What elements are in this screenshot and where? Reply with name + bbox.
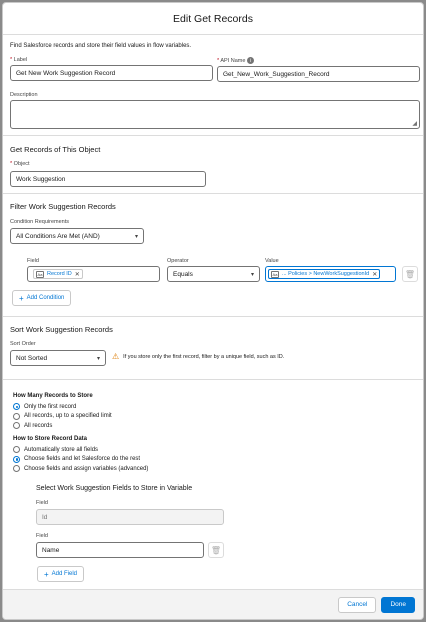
filter-value-input[interactable]: Aa ... Policies > NewWorkSuggestionId ✕: [265, 266, 396, 282]
radio-choose-fields-advanced[interactable]: Choose fields and assign variables (adva…: [13, 464, 148, 474]
text-field-icon: Aa: [36, 270, 44, 278]
radio-choose-fields-salesforce[interactable]: Choose fields and let Salesforce do the …: [13, 455, 148, 465]
radio-icon: [13, 446, 20, 454]
radio-label: Choose fields and assign variables (adva…: [24, 465, 149, 472]
radio-all-records[interactable]: All records: [13, 421, 112, 431]
field-col-label: Field: [27, 258, 39, 264]
store-section: How Many Records to Store Only the first…: [3, 380, 423, 589]
object-input[interactable]: Work Suggestion: [10, 171, 206, 187]
label-field-label: Label: [13, 57, 28, 63]
radio-label: Choose fields and let Salesforce do the …: [24, 456, 141, 463]
object-section: Get Records of This Object * Object Work…: [3, 136, 423, 194]
sort-order-select[interactable]: Not Sorted ▾: [10, 350, 106, 366]
resize-handle-icon[interactable]: ◢: [412, 120, 417, 127]
radio-icon: [13, 403, 20, 411]
remove-pill-icon[interactable]: ✕: [372, 271, 377, 278]
how-to-radio-group: Automatically store all fields Choose fi…: [13, 445, 148, 474]
object-label: Object: [13, 161, 30, 167]
operator-col-label: Operator: [167, 258, 189, 264]
trash-icon: 🗑: [404, 269, 416, 279]
radio-icon: [13, 455, 20, 463]
radio-first-record[interactable]: Only the first record: [13, 402, 112, 412]
api-name-input[interactable]: Get_New_Work_Suggestion_Record: [217, 66, 420, 82]
info-icon[interactable]: i: [246, 57, 254, 64]
add-field-button[interactable]: + Add Field: [37, 566, 85, 582]
radio-label: All records: [24, 422, 53, 429]
sort-order-label: Sort Order: [10, 341, 36, 347]
chevron-down-icon: ▾: [96, 355, 100, 362]
trash-icon: 🗑: [210, 545, 222, 555]
select-fields-title: Select Work Suggestion Fields to Store i…: [36, 485, 193, 492]
modal-body: Find Salesforce records and store their …: [3, 35, 423, 589]
how-many-radio-group: Only the first record All records, up to…: [13, 402, 112, 431]
radio-label: All records, up to a specified limit: [24, 413, 112, 420]
intro-text: Find Salesforce records and store their …: [10, 43, 192, 49]
radio-label: Only the first record: [24, 403, 77, 410]
plus-icon: +: [44, 569, 49, 579]
filter-section-title: Filter Work Suggestion Records: [10, 202, 116, 211]
radio-icon: [13, 412, 20, 420]
done-button[interactable]: Done: [381, 596, 415, 613]
field2-input[interactable]: Name: [36, 542, 204, 558]
cancel-button[interactable]: Cancel: [338, 596, 377, 613]
add-condition-label: Add Condition: [26, 295, 65, 301]
add-condition-button[interactable]: + Add Condition: [12, 290, 72, 306]
description-textarea[interactable]: [10, 100, 420, 129]
radio-icon: [13, 422, 20, 430]
description-label: Description: [10, 92, 38, 98]
operator-select[interactable]: Equals ▾: [167, 266, 260, 282]
delete-condition-button[interactable]: 🗑: [402, 266, 418, 282]
delete-field-button[interactable]: 🗑: [208, 542, 224, 558]
sort-order-value: Not Sorted: [16, 354, 48, 362]
radio-label: Automatically store all fields: [24, 446, 99, 453]
radio-all-records-limit[interactable]: All records, up to a specified limit: [13, 412, 112, 422]
filter-field-input[interactable]: Aa Record ID ✕: [27, 266, 160, 282]
field2-label: Field: [36, 533, 48, 539]
text-field-icon: Aa: [271, 270, 279, 278]
plus-icon: +: [19, 293, 24, 303]
sort-warning-text: If you store only the first record, filt…: [123, 353, 285, 360]
modal-header: Edit Get Records: [3, 3, 423, 35]
filter-value-value: ... Policies > NewWorkSuggestionId: [282, 271, 370, 277]
operator-value: Equals: [173, 270, 193, 278]
label-input[interactable]: Get New Work Suggestion Record: [10, 65, 213, 81]
filter-field-value: Record ID: [47, 271, 72, 277]
record-id-pill: Aa Record ID ✕: [33, 269, 83, 279]
value-col-label: Value: [265, 258, 279, 264]
value-pill: Aa ... Policies > NewWorkSuggestionId ✕: [268, 269, 381, 279]
label-field-group: * Label Get New Work Suggestion Record: [10, 57, 213, 81]
general-section: Find Salesforce records and store their …: [3, 35, 423, 136]
how-many-title: How Many Records to Store: [13, 393, 93, 399]
object-section-title: Get Records of This Object: [10, 145, 101, 154]
api-name-field-group: * API Name i Get_New_Work_Suggestion_Rec…: [217, 57, 420, 82]
condition-req-label: Condition Requirements: [10, 219, 70, 225]
field1-label: Field: [36, 500, 48, 506]
description-field-group: Description ◢: [10, 92, 420, 129]
add-field-label: Add Field: [51, 571, 78, 577]
sort-section: Sort Work Suggestion Records Sort Order …: [3, 317, 423, 380]
edit-get-records-modal: Edit Get Records Find Salesforce records…: [2, 2, 424, 620]
condition-req-select[interactable]: All Conditions Are Met (AND) ▾: [10, 228, 144, 244]
condition-req-value: All Conditions Are Met (AND): [16, 232, 100, 240]
sort-warning: ⚠ If you store only the first record, fi…: [112, 352, 284, 361]
modal-title: Edit Get Records: [173, 12, 253, 25]
how-to-title: How to Store Record Data: [13, 436, 88, 442]
chevron-down-icon: ▾: [134, 233, 138, 240]
radio-icon: [13, 465, 20, 473]
api-name-label: API Name: [220, 57, 246, 64]
chevron-down-icon: ▾: [250, 271, 254, 278]
remove-pill-icon[interactable]: ✕: [75, 271, 80, 278]
sort-section-title: Sort Work Suggestion Records: [10, 325, 113, 334]
radio-auto-store[interactable]: Automatically store all fields: [13, 445, 148, 455]
warning-icon: ⚠: [112, 352, 120, 361]
filter-section: Filter Work Suggestion Records Condition…: [3, 194, 423, 317]
modal-footer: Cancel Done: [3, 589, 423, 619]
field1-input: Id: [36, 509, 224, 525]
